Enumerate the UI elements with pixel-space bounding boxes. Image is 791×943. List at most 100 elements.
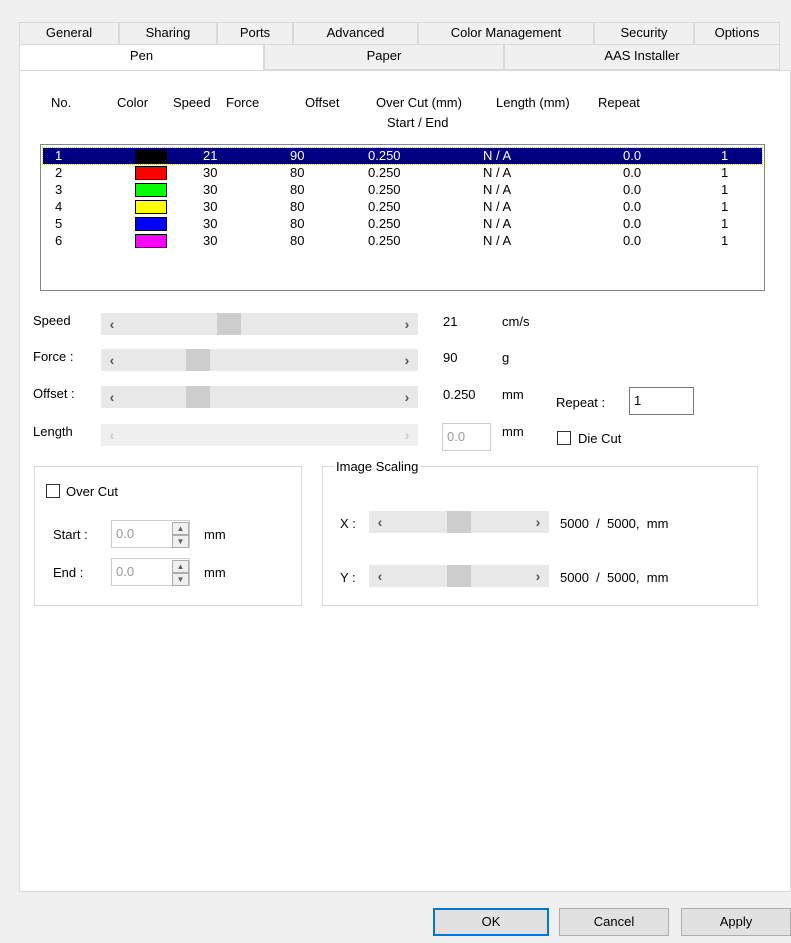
- cell-no: 6: [55, 233, 63, 248]
- cell-force: 80: [290, 216, 305, 231]
- cell-length: 0.0: [623, 216, 642, 231]
- length-unit: mm: [502, 424, 524, 439]
- arrow-right-icon[interactable]: ›: [396, 349, 418, 371]
- tab-color-management[interactable]: Color Management: [418, 22, 594, 44]
- cell-length: 0.0: [623, 165, 642, 180]
- over-cut-checkbox[interactable]: [46, 484, 60, 498]
- header-speed: Speed: [173, 95, 211, 110]
- cell-speed: 30: [203, 216, 218, 231]
- tab-options[interactable]: Options: [694, 22, 780, 44]
- ok-button[interactable]: OK: [433, 908, 549, 936]
- cell-repeat: 1: [721, 182, 729, 197]
- cell-no: 5: [55, 216, 63, 231]
- cell-speed: 30: [203, 182, 218, 197]
- header-offset: Offset: [305, 95, 340, 110]
- speed-slider-thumb[interactable]: [217, 313, 241, 335]
- tab-advanced[interactable]: Advanced: [293, 22, 418, 44]
- cell-overcut: N / A: [483, 199, 512, 214]
- tab-sharing[interactable]: Sharing: [119, 22, 217, 44]
- cell-overcut: N / A: [483, 233, 512, 248]
- table-row[interactable]: 6 30 80 0.250 N / A 0.0 1: [43, 233, 762, 249]
- arrow-left-icon[interactable]: ‹: [101, 349, 123, 371]
- arrow-right-icon[interactable]: ›: [396, 424, 418, 446]
- offset-slider[interactable]: ‹ ›: [101, 386, 418, 408]
- spin-up-icon[interactable]: ▲: [172, 522, 189, 535]
- color-swatch: [135, 149, 167, 163]
- table-row[interactable]: 4 30 80 0.250 N / A 0.0 1: [43, 199, 762, 215]
- spin-down-icon[interactable]: ▼: [172, 573, 189, 586]
- cell-force: 80: [290, 233, 305, 248]
- tab-label: AAS Installer: [604, 48, 680, 63]
- arrow-left-icon[interactable]: ‹: [101, 424, 123, 446]
- cell-overcut: N / A: [483, 182, 512, 197]
- arrow-left-icon[interactable]: ‹: [369, 511, 391, 533]
- color-swatch: [135, 183, 167, 197]
- tab-label: Paper: [366, 48, 402, 63]
- table-row[interactable]: 2 30 80 0.250 N / A 0.0 1: [43, 165, 762, 181]
- spin-down-icon[interactable]: ▼: [172, 535, 189, 548]
- arrow-right-icon[interactable]: ›: [527, 511, 549, 533]
- end-unit: mm: [204, 565, 226, 580]
- tab-paper[interactable]: Paper: [264, 44, 504, 70]
- offset-label: Offset :: [33, 386, 75, 401]
- tab-aas-installer[interactable]: AAS Installer: [504, 44, 780, 70]
- cell-repeat: 1: [721, 165, 729, 180]
- offset-slider-thumb[interactable]: [186, 386, 210, 408]
- cell-length: 0.0: [623, 233, 642, 248]
- cell-no: 2: [55, 165, 63, 180]
- tab-label: Pen: [129, 48, 154, 63]
- table-row[interactable]: 5 30 80 0.250 N / A 0.0 1: [43, 216, 762, 232]
- speed-slider[interactable]: ‹ ›: [101, 313, 418, 335]
- arrow-right-icon[interactable]: ›: [396, 386, 418, 408]
- cell-length: 0.0: [623, 182, 642, 197]
- cancel-button[interactable]: Cancel: [559, 908, 669, 936]
- cell-repeat: 1: [721, 216, 729, 231]
- cell-offset: 0.250: [368, 165, 401, 180]
- speed-value: 21: [443, 314, 458, 329]
- table-row[interactable]: 1 21 90 0.250 N / A 0.0 1: [42, 147, 763, 165]
- y-scale-slider[interactable]: ‹ ›: [369, 565, 549, 587]
- x-slider-thumb[interactable]: [447, 511, 471, 533]
- cell-force: 80: [290, 165, 305, 180]
- arrow-left-icon[interactable]: ‹: [101, 386, 123, 408]
- pen-list[interactable]: 1 21 90 0.250 N / A 0.0 1 2 30 80 0.250 …: [40, 144, 765, 291]
- die-cut-checkbox[interactable]: [557, 431, 571, 445]
- table-row[interactable]: 3 30 80 0.250 N / A 0.0 1: [43, 182, 762, 198]
- tab-label: General: [45, 25, 93, 40]
- cell-force: 80: [290, 182, 305, 197]
- repeat-input[interactable]: 1: [629, 387, 694, 415]
- cell-offset: 0.250: [368, 216, 401, 231]
- tab-security[interactable]: Security: [594, 22, 694, 44]
- die-cut-label: Die Cut: [578, 431, 622, 446]
- force-slider[interactable]: ‹ ›: [101, 349, 418, 371]
- length-slider[interactable]: ‹ ›: [101, 424, 418, 446]
- image-scaling-title: Image Scaling: [334, 459, 421, 474]
- tab-pen[interactable]: Pen: [19, 44, 264, 71]
- y-label: Y :: [340, 570, 356, 585]
- y-scale-value: 5000 / 5000, mm: [560, 570, 669, 585]
- arrow-right-icon[interactable]: ›: [396, 313, 418, 335]
- arrow-right-icon[interactable]: ›: [527, 565, 549, 587]
- tab-label: Sharing: [145, 25, 191, 40]
- color-swatch: [135, 217, 167, 231]
- arrow-left-icon[interactable]: ‹: [101, 313, 123, 335]
- tab-label: Ports: [239, 25, 271, 40]
- force-slider-thumb[interactable]: [186, 349, 210, 371]
- x-label: X :: [340, 516, 356, 531]
- tab-ports[interactable]: Ports: [217, 22, 293, 44]
- tab-label: Color Management: [450, 25, 562, 40]
- cell-offset: 0.250: [368, 199, 401, 214]
- start-label: Start :: [53, 527, 88, 542]
- cell-offset: 0.250: [368, 182, 401, 197]
- offset-unit: mm: [502, 387, 524, 402]
- cell-repeat: 1: [721, 233, 729, 248]
- length-input[interactable]: 0.0: [442, 423, 491, 451]
- arrow-left-icon[interactable]: ‹: [369, 565, 391, 587]
- cell-repeat: 1: [721, 148, 729, 163]
- x-scale-slider[interactable]: ‹ ›: [369, 511, 549, 533]
- apply-button[interactable]: Apply: [681, 908, 791, 936]
- tab-general[interactable]: General: [19, 22, 119, 44]
- header-color: Color: [117, 95, 149, 110]
- spin-up-icon[interactable]: ▲: [172, 560, 189, 573]
- y-slider-thumb[interactable]: [447, 565, 471, 587]
